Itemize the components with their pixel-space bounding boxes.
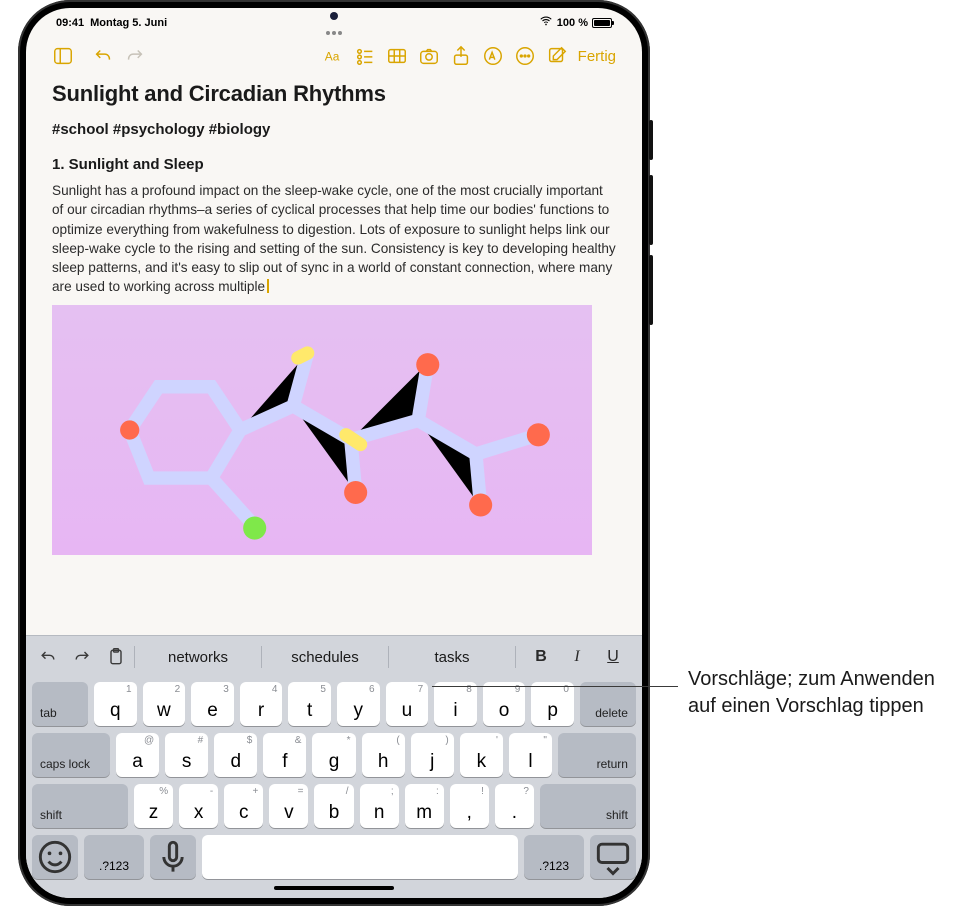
key-q[interactable]: 1q — [94, 682, 137, 726]
status-time: 09:41 — [56, 17, 84, 29]
format-group: B I U — [518, 648, 636, 666]
key-s[interactable]: #s — [165, 733, 208, 777]
separator — [388, 646, 389, 668]
key-o[interactable]: 9o — [483, 682, 526, 726]
key-h[interactable]: (h — [362, 733, 405, 777]
key-.[interactable]: ?. — [495, 784, 534, 828]
key-c[interactable]: +c — [224, 784, 263, 828]
markup-icon[interactable] — [478, 43, 508, 69]
suggestion-3[interactable]: tasks — [391, 643, 513, 672]
dismiss-keyboard-key[interactable] — [590, 835, 636, 879]
done-button[interactable]: Fertig — [574, 48, 620, 65]
key-y[interactable]: 6y — [337, 682, 380, 726]
battery-icon — [592, 18, 612, 28]
note-tags: #school #psychology #biology — [52, 121, 616, 138]
separator — [134, 646, 135, 668]
key-v[interactable]: =v — [269, 784, 308, 828]
screen: 09:41 Montag 5. Juni 100 % — [26, 8, 642, 898]
space-key[interactable] — [202, 835, 518, 879]
key-row-1: tab 1q2w3e4r5t6y7u8i9o0p delete — [32, 682, 636, 726]
key-n[interactable]: ;n — [360, 784, 399, 828]
wifi-icon — [539, 14, 553, 31]
svg-text:Aa: Aa — [324, 50, 339, 64]
redo-icon[interactable] — [120, 43, 150, 69]
battery-text: 100 % — [557, 17, 588, 29]
key-p[interactable]: 0p — [531, 682, 574, 726]
key-f[interactable]: &f — [263, 733, 306, 777]
callout-text: Vorschläge; zum Anwenden auf einen Vorsc… — [688, 666, 958, 720]
keyboard-rows: tab 1q2w3e4r5t6y7u8i9o0p delete caps loc… — [26, 678, 642, 879]
key-,[interactable]: !, — [450, 784, 489, 828]
compose-icon[interactable] — [542, 43, 572, 69]
sidebar-toggle-icon[interactable] — [48, 43, 78, 69]
tab-key[interactable]: tab — [32, 682, 88, 726]
note-subheading: 1. Sunlight and Sleep — [52, 156, 616, 173]
key-row-2: caps lock @a#s$d&f*g(h)j'k"l return — [32, 733, 636, 777]
delete-key[interactable]: delete — [580, 682, 636, 726]
key-z[interactable]: %z — [134, 784, 173, 828]
shift-key-left[interactable]: shift — [32, 784, 128, 828]
key-b[interactable]: /b — [314, 784, 353, 828]
key-g[interactable]: *g — [312, 733, 355, 777]
note-body[interactable]: Sunlight and Circadian Rhythms #school #… — [26, 79, 642, 635]
checklist-icon[interactable] — [350, 43, 380, 69]
more-icon[interactable] — [510, 43, 540, 69]
capslock-key[interactable]: caps lock — [32, 733, 110, 777]
kbd-undo-icon[interactable] — [32, 642, 64, 672]
separator — [261, 646, 262, 668]
home-indicator[interactable] — [274, 886, 394, 890]
note-paragraph: Sunlight has a profound impact on the sl… — [52, 181, 616, 297]
key-l[interactable]: "l — [509, 733, 552, 777]
emoji-key[interactable] — [32, 835, 78, 879]
key-a[interactable]: @a — [116, 733, 159, 777]
kbd-redo-icon[interactable] — [66, 642, 98, 672]
front-camera — [330, 12, 338, 20]
key-i[interactable]: 8i — [434, 682, 477, 726]
separator — [515, 646, 516, 668]
key-row-3: shift %z-x+c=v/b;n:m!,?. shift — [32, 784, 636, 828]
dictate-key[interactable] — [150, 835, 196, 879]
key-m[interactable]: :m — [405, 784, 444, 828]
table-icon[interactable] — [382, 43, 412, 69]
undo-icon[interactable] — [88, 43, 118, 69]
note-image-molecule[interactable] — [52, 305, 592, 555]
text-format-icon[interactable]: Aa — [318, 43, 348, 69]
key-x[interactable]: -x — [179, 784, 218, 828]
key-r[interactable]: 4r — [240, 682, 283, 726]
share-icon[interactable] — [446, 43, 476, 69]
camera-icon[interactable] — [414, 43, 444, 69]
suggestion-2[interactable]: schedules — [264, 643, 386, 672]
key-e[interactable]: 3e — [191, 682, 234, 726]
return-key[interactable]: return — [558, 733, 636, 777]
key-row-4: .?123 .?123 — [32, 835, 636, 879]
power-button-hw — [649, 120, 653, 160]
italic-button[interactable]: I — [562, 648, 592, 666]
volume-down-hw — [649, 255, 653, 325]
key-u[interactable]: 7u — [386, 682, 429, 726]
clipboard-icon[interactable] — [100, 642, 132, 672]
ipad-frame: 09:41 Montag 5. Juni 100 % — [18, 0, 650, 906]
key-d[interactable]: $d — [214, 733, 257, 777]
numswitch-key-left[interactable]: .?123 — [84, 835, 144, 879]
key-k[interactable]: 'k — [460, 733, 503, 777]
notes-toolbar: Aa Fertig — [26, 37, 642, 79]
shift-key-right[interactable]: shift — [540, 784, 636, 828]
note-title: Sunlight and Circadian Rhythms — [52, 81, 616, 107]
bold-button[interactable]: B — [526, 648, 556, 666]
volume-up-hw — [649, 175, 653, 245]
key-j[interactable]: )j — [411, 733, 454, 777]
text-cursor — [267, 279, 269, 293]
callout-leader-line — [432, 686, 678, 687]
underline-button[interactable]: U — [598, 648, 628, 666]
suggestion-bar: networks schedules tasks B I U — [26, 636, 642, 678]
key-t[interactable]: 5t — [288, 682, 331, 726]
key-w[interactable]: 2w — [143, 682, 186, 726]
suggestion-1[interactable]: networks — [137, 643, 259, 672]
numswitch-key-right[interactable]: .?123 — [524, 835, 584, 879]
status-date: Montag 5. Juni — [90, 17, 167, 29]
keyboard-area: networks schedules tasks B I U tab 1q2w3… — [26, 635, 642, 898]
